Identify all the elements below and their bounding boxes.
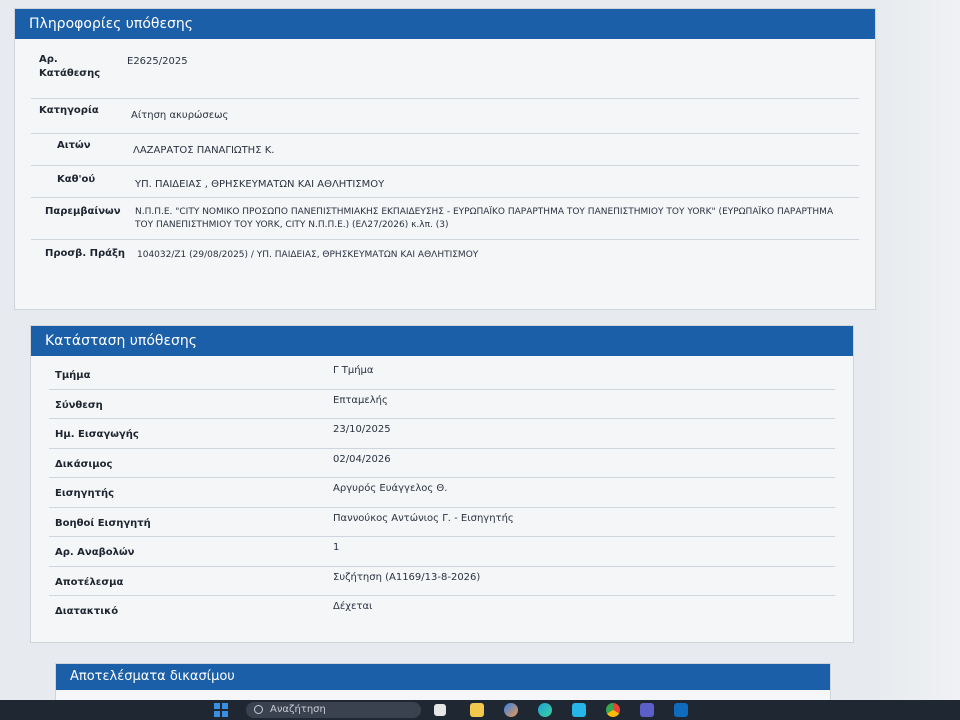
intervener-value: Ν.Π.Π.Ε. "CITY ΝΟΜΙΚΟ ΠΡΟΣΩΠΟ ΠΑΝΕΠΙΣΤΗΜ…	[135, 207, 834, 230]
result-value: Συζήτηση (Α1169/13-8-2026)	[333, 571, 481, 583]
case-info-row-applicant: Αιτών ΛΑΖΑΡΑΤΟΣ ΠΑΝΑΓΙΩΤΗΣ Κ.	[31, 134, 859, 166]
category-label: Κατηγορία	[39, 105, 99, 116]
hearing-date-label: Δικάσιμος	[55, 458, 113, 470]
search-icon	[254, 705, 263, 714]
case-info-row-intervener: Παρεμβαίνων Ν.Π.Π.Ε. "CITY ΝΟΜΙΚΟ ΠΡΟΣΩΠ…	[31, 198, 859, 240]
ruling-value: Δέχεται	[333, 601, 373, 612]
applicant-value: ΛΑΖΑΡΑΤΟΣ ΠΑΝΑΓΙΩΤΗΣ Κ.	[133, 145, 275, 156]
case-status-header: Κατάσταση υπόθεσης	[31, 326, 853, 356]
status-row-assistant-rapporteur: Βοηθοί Εισηγητή Παννούκος Αντώνιος Γ. - …	[49, 508, 835, 537]
browser-page: Πληροφορίες υπόθεσης Αρ. Κατάθεσης Ε2625…	[0, 0, 960, 703]
store-icon[interactable]	[572, 703, 586, 717]
outlook-icon[interactable]	[674, 703, 688, 717]
result-label: Αποτέλεσμα	[55, 576, 124, 588]
contested-act-label: Προσβ. Πράξη	[45, 248, 126, 259]
rapporteur-label: Εισηγητής	[55, 488, 114, 499]
intervener-label: Παρεμβαίνων	[45, 206, 121, 217]
case-info-row-filing-number: Αρ. Κατάθεσης Ε2625/2025	[31, 47, 859, 99]
section-value: Γ Τμήμα	[333, 365, 374, 376]
respondent-label: Καθ'ού	[57, 174, 96, 185]
taskbar-search-box[interactable]: Αναζήτηση	[246, 702, 421, 718]
copilot-icon[interactable]	[504, 703, 518, 717]
status-row-result: Αποτέλεσμα Συζήτηση (Α1169/13-8-2026)	[49, 567, 835, 596]
case-info-row-respondent: Καθ'ού ΥΠ. ΠΑΙΔΕΙΑΣ , ΘΡΗΣΚΕΥΜΑΤΩΝ ΚΑΙ Α…	[31, 166, 859, 198]
status-row-composition: Σύνθεση Επταμελής	[49, 390, 835, 419]
file-explorer-icon[interactable]	[470, 703, 484, 717]
entry-date-value: 23/10/2025	[333, 424, 391, 435]
hearing-date-value: 02/04/2026	[333, 453, 391, 465]
postponements-value: 1	[333, 542, 340, 553]
case-info-panel: Πληροφορίες υπόθεσης Αρ. Κατάθεσης Ε2625…	[14, 8, 876, 310]
chrome-icon[interactable]	[606, 703, 620, 717]
hearing-results-header[interactable]: Αποτελέσματα δικασίμου	[56, 664, 830, 690]
status-row-ruling: Διατακτικό Δέχεται	[49, 596, 835, 626]
start-icon[interactable]	[214, 703, 228, 717]
section-label: Τμήμα	[55, 370, 91, 381]
filing-number-value: Ε2625/2025	[127, 56, 188, 67]
assistant-rapporteur-value: Παννούκος Αντώνιος Γ. - Εισηγητής	[333, 512, 514, 524]
status-row-entry-date: Ημ. Εισαγωγής 23/10/2025	[49, 419, 835, 449]
taskbar-search-label: Αναζήτηση	[270, 704, 326, 715]
applicant-label: Αιτών	[57, 140, 91, 151]
contested-act-value: 104032/Ζ1 (29/08/2025) / ΥΠ. ΠΑΙΔΕΙΑΣ, Θ…	[137, 250, 479, 260]
composition-label: Σύνθεση	[55, 399, 103, 411]
case-status-panel: Κατάσταση υπόθεσης Τμήμα Γ Τμήμα Σύνθεση…	[30, 325, 854, 643]
case-info-row-category: Κατηγορία Αίτηση ακυρώσεως	[31, 99, 859, 134]
status-row-postponements: Αρ. Αναβολών 1	[49, 537, 835, 567]
hearing-results-panel: Αποτελέσματα δικασίμου	[55, 663, 831, 703]
case-info-header: Πληροφορίες υπόθεσης	[15, 9, 875, 39]
task-view-icon[interactable]	[434, 704, 446, 716]
screen-glare	[870, 0, 960, 700]
rapporteur-value: Αργυρός Ευάγγελος Θ.	[333, 483, 448, 494]
entry-date-label: Ημ. Εισαγωγής	[55, 429, 139, 440]
filing-number-label: Αρ. Κατάθεσης	[39, 54, 101, 79]
teams-icon[interactable]	[640, 703, 654, 717]
assistant-rapporteur-label: Βοηθοί Εισηγητή	[55, 517, 151, 529]
composition-value: Επταμελής	[333, 394, 388, 406]
respondent-value: ΥΠ. ΠΑΙΔΕΙΑΣ , ΘΡΗΣΚΕΥΜΑΤΩΝ ΚΑΙ ΑΘΛΗΤΙΣΜ…	[135, 179, 385, 190]
status-row-hearing-date: Δικάσιμος 02/04/2026	[49, 449, 835, 478]
ruling-label: Διατακτικό	[55, 606, 119, 617]
edge-icon[interactable]	[538, 703, 552, 717]
case-info-row-contested-act: Προσβ. Πράξη 104032/Ζ1 (29/08/2025) / ΥΠ…	[31, 240, 859, 276]
taskbar: Αναζήτηση	[0, 700, 960, 720]
status-row-rapporteur: Εισηγητής Αργυρός Ευάγγελος Θ.	[49, 478, 835, 508]
category-value: Αίτηση ακυρώσεως	[131, 110, 229, 121]
postponements-label: Αρ. Αναβολών	[55, 547, 135, 558]
status-row-section: Τμήμα Γ Τμήμα	[49, 360, 835, 390]
